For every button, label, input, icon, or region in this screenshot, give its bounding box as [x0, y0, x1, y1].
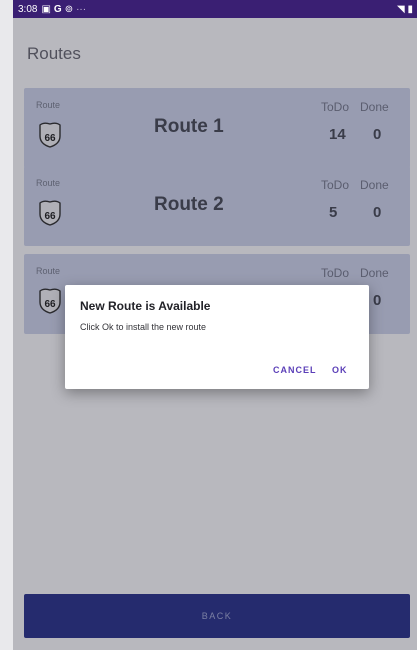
status-right-icons: ◥ ▮: [397, 4, 413, 15]
phone-screen: 3:08 ▣ G ⊚ ··· ◥ ▮ Routes Route 66 Route…: [0, 0, 417, 650]
dialog-title: New Route is Available: [80, 299, 211, 313]
status-bar: 3:08 ▣ G ⊚ ··· ◥ ▮: [13, 0, 417, 18]
battery-icon: ▮: [407, 3, 413, 15]
new-route-dialog: New Route is Available Click Ok to insta…: [65, 285, 369, 389]
wifi-icon: ◥: [397, 3, 405, 15]
settings-icon: ⊚: [64, 3, 74, 15]
cancel-button[interactable]: CANCEL: [273, 365, 317, 375]
status-icons: ▣ G ⊚ ···: [41, 4, 86, 15]
dialog-message: Click Ok to install the new route: [80, 322, 207, 332]
more-icon: ···: [76, 3, 87, 15]
ok-button[interactable]: OK: [332, 365, 348, 375]
notification-icon: ▣: [41, 3, 51, 15]
google-icon: G: [53, 3, 62, 15]
status-time: 3:08: [18, 3, 38, 15]
